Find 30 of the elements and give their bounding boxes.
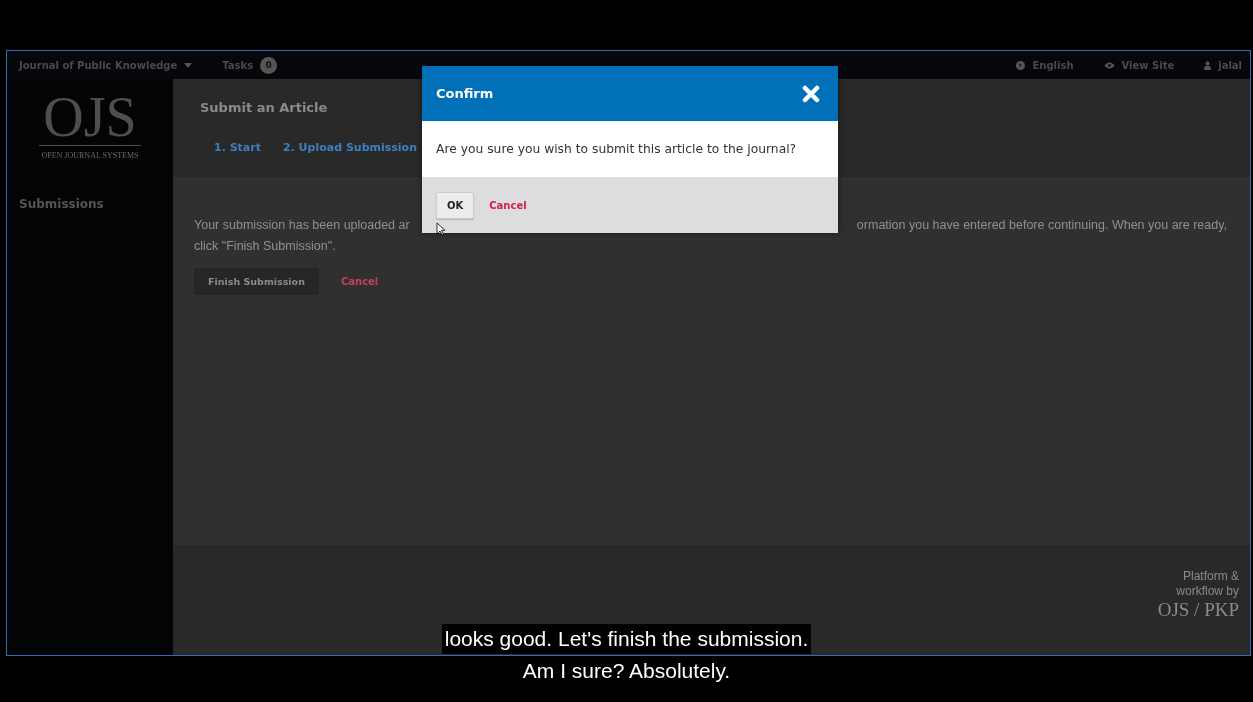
caret-icon: [184, 62, 193, 68]
ok-button[interactable]: OK: [436, 191, 475, 219]
sidebar-item[interactable]: Submissions: [7, 185, 173, 223]
eye-icon: [1103, 61, 1115, 69]
tasks-count-badge: 0: [260, 56, 278, 74]
finish-submission-button[interactable]: Finish Submission: [194, 268, 319, 295]
footer-text: Platform & workflow by: [1175, 569, 1239, 599]
user-menu[interactable]: jalal: [1204, 59, 1242, 71]
message-text: ormation you have entered before continuing. When you are ready,: [856, 217, 1227, 234]
view-site-link[interactable]: View Site: [1103, 59, 1175, 71]
journal-menu[interactable]: Journal of Public Knowledge: [19, 59, 193, 71]
page-title: Submit an Article: [200, 100, 329, 115]
message-text: click "Finish Submission".: [194, 238, 337, 255]
step-tab[interactable]: 2. Upload Submission: [282, 141, 417, 160]
user-icon: [1204, 60, 1212, 70]
logo-tagline: OPEN JOURNAL SYSTEMS: [41, 151, 139, 160]
tasks-link[interactable]: Tasks 0: [222, 56, 278, 74]
dialog-message: Are you sure you wish to submit this article to the journal?: [436, 142, 797, 156]
cancel-link[interactable]: Cancel: [340, 276, 379, 287]
ojs-logo: OJS: [39, 89, 141, 146]
cancel-link[interactable]: Cancel: [489, 199, 527, 211]
dialog-title: Confirm: [436, 86, 494, 101]
mouse-cursor-icon: [436, 222, 445, 236]
language-link[interactable]: English: [1016, 59, 1074, 71]
subtitle-caption: looks good. Let's finish the submission.: [441, 624, 812, 654]
pkp-logo: OJS / PKP: [1157, 599, 1239, 621]
message-text: Your submission has been uploaded ar: [194, 217, 410, 234]
close-icon[interactable]: [802, 84, 820, 103]
globe-icon: [1016, 60, 1026, 70]
step-tab[interactable]: 1. Start: [214, 141, 261, 160]
